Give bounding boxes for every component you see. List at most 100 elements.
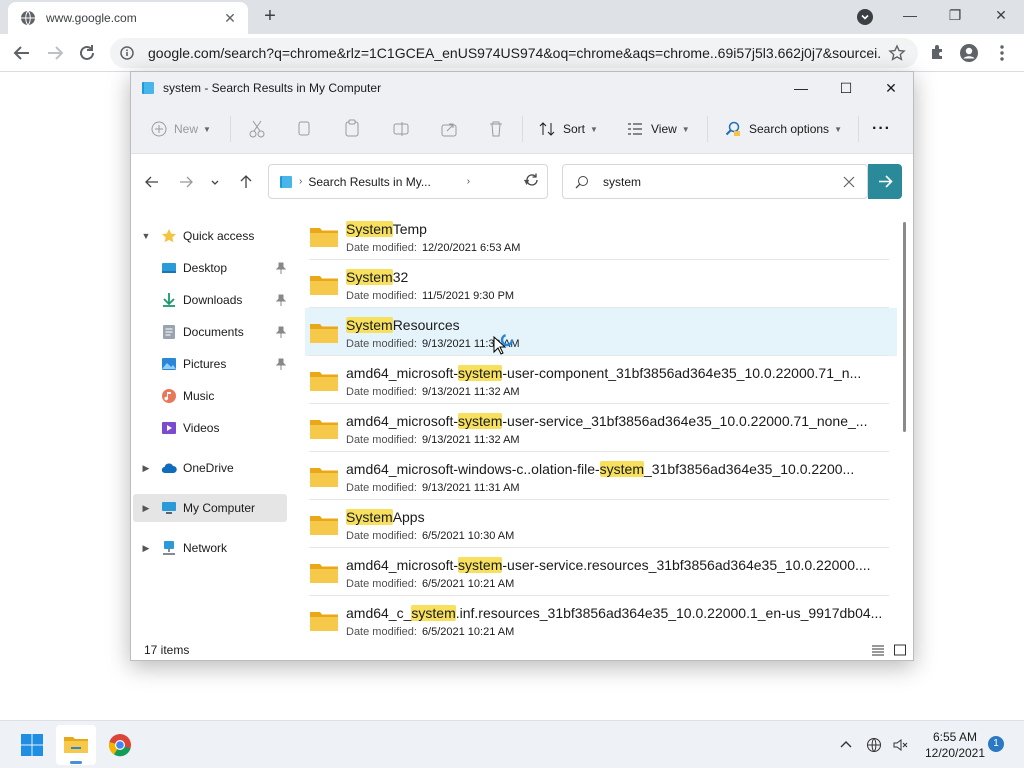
taskbar-file-explorer[interactable] — [56, 725, 96, 765]
show-hidden-icons-chevron-icon[interactable] — [838, 737, 854, 753]
vertical-scrollbar[interactable] — [903, 222, 906, 432]
cut-icon[interactable] — [248, 117, 266, 141]
status-bar: 17 items — [131, 640, 913, 660]
forward-icon[interactable] — [44, 42, 66, 64]
browser-restore-button[interactable]: ❐ — [944, 5, 966, 25]
pin-icon[interactable] — [275, 294, 287, 306]
new-label: New — [174, 122, 199, 136]
sort-label: Sort — [563, 122, 586, 136]
browser-menu-icon[interactable] — [992, 43, 1012, 63]
search-field[interactable]: system — [562, 164, 868, 199]
pin-icon[interactable] — [275, 358, 287, 370]
date-label: Date modified: — [346, 338, 417, 350]
sidebar-item-label: Videos — [183, 421, 220, 435]
pin-icon[interactable] — [275, 326, 287, 338]
site-info-icon[interactable] — [120, 46, 134, 60]
start-button[interactable] — [12, 725, 52, 765]
back-arrow-icon[interactable] — [143, 173, 161, 191]
maximize-button[interactable]: ☐ — [823, 76, 869, 100]
sidebar-item-quick-access[interactable]: ▼ Quick access — [133, 222, 287, 250]
chevron-right-icon[interactable]: ▶ — [139, 503, 153, 514]
browser-close-button[interactable]: ✕ — [990, 5, 1012, 25]
download-icon — [163, 293, 175, 307]
copy-icon[interactable] — [296, 117, 312, 141]
search-go-button[interactable] — [868, 164, 902, 199]
breadcrumb-chevron-icon[interactable]: › — [467, 176, 470, 187]
delete-icon[interactable] — [488, 117, 504, 141]
new-button[interactable]: New ▼ — [151, 117, 211, 141]
sidebar-item-label: Downloads — [183, 293, 243, 307]
file-row[interactable]: SystemResources Date modified: 9/13/2021 1… — [305, 308, 897, 356]
sidebar-item-downloads[interactable]: Downloads — [133, 286, 287, 314]
new-tab-button[interactable]: + — [260, 6, 280, 27]
network-status-icon[interactable] — [866, 737, 882, 753]
address-box[interactable]: › Search Results in My... › ▼ — [268, 164, 548, 199]
paste-icon[interactable] — [344, 117, 360, 141]
name-suffix: 32 — [392, 269, 409, 285]
close-button[interactable]: ✕ — [868, 76, 914, 100]
date-label: Date modified: — [346, 578, 417, 590]
share-icon[interactable] — [440, 117, 458, 141]
sidebar-item-onedrive[interactable]: ▶ OneDrive — [133, 454, 287, 482]
sidebar-item-documents[interactable]: Documents — [133, 318, 287, 346]
bookmark-star-icon[interactable] — [888, 44, 906, 62]
sidebar-item-my-computer[interactable]: ▶ My Computer — [133, 494, 287, 522]
folder-icon — [310, 516, 338, 535]
address-bar[interactable]: google.com/search?q=chrome&rlz=1C1GCEA_e… — [110, 38, 918, 68]
browser-tab[interactable]: www.google.com ✕ — [8, 2, 248, 34]
sort-button[interactable]: Sort ▼ — [539, 117, 598, 141]
notification-badge[interactable]: 1 — [988, 736, 1004, 752]
forward-arrow-icon[interactable] — [177, 173, 195, 191]
recent-locations-chevron-icon[interactable] — [209, 173, 221, 191]
volume-muted-icon[interactable] — [892, 737, 908, 753]
name-suffix: -user-component_31bf3856ad364e35_10.0.22… — [502, 365, 862, 381]
sidebar-item-videos[interactable]: Videos — [133, 414, 287, 442]
more-options-icon[interactable]: ··· — [872, 117, 891, 141]
sidebar-item-pictures[interactable]: Pictures — [133, 350, 287, 378]
sidebar-item-desktop[interactable]: Desktop — [133, 254, 287, 282]
system-clock[interactable]: 6:55 AM 12/20/2021 — [920, 729, 990, 761]
tab-search-icon[interactable] — [857, 9, 873, 25]
file-row[interactable]: SystemTemp Date modified: 12/20/2021 6:53 … — [305, 212, 897, 260]
profile-avatar-icon[interactable] — [959, 43, 979, 63]
file-row[interactable]: amd64_c_system.inf.resources_31bf3856ad3… — [305, 596, 897, 640]
browser-minimize-button[interactable]: — — [899, 5, 921, 25]
sidebar-item-music[interactable]: Music — [133, 382, 287, 410]
search-input[interactable]: system — [603, 175, 843, 189]
minimize-button[interactable]: — — [778, 76, 824, 100]
name-prefix: amd64_microsoft- — [346, 365, 459, 381]
extensions-icon[interactable] — [928, 43, 948, 63]
chevron-down-icon[interactable]: ▼ — [139, 231, 153, 241]
back-icon[interactable] — [11, 42, 33, 64]
file-row[interactable]: amd64_microsoft-system-user-component_31… — [305, 356, 897, 404]
navigation-bar: › Search Results in My... › ▼ system — [131, 154, 913, 210]
pin-icon[interactable] — [275, 262, 287, 274]
view-button[interactable]: View ▼ — [627, 117, 690, 141]
file-row[interactable]: System32 Date modified: 11/5/2021 9:30 PM — [305, 260, 897, 308]
sidebar-item-label: My Computer — [183, 501, 256, 515]
file-name: amd64_microsoft-windows-c..olation-file-… — [346, 461, 891, 477]
sidebar-item-network[interactable]: ▶ Network — [133, 534, 287, 562]
tab-close-icon[interactable]: ✕ — [222, 10, 238, 26]
toolbar-divider — [230, 116, 231, 142]
file-row[interactable]: amd64_microsoft-system-user-service.reso… — [305, 548, 897, 596]
name-prefix: amd64_microsoft-windows-c..olation-file- — [346, 461, 600, 477]
refresh-icon[interactable] — [523, 171, 541, 189]
up-arrow-icon[interactable] — [237, 173, 255, 191]
rename-icon[interactable] — [392, 117, 410, 141]
clear-search-icon[interactable] — [843, 176, 855, 188]
search-options-button[interactable]: Search options ▼ — [725, 117, 842, 141]
details-view-icon[interactable] — [871, 644, 885, 656]
reload-icon[interactable] — [76, 42, 98, 64]
large-icons-view-icon[interactable] — [893, 644, 907, 656]
file-row[interactable]: amd64_microsoft-windows-c..olation-file-… — [305, 452, 897, 500]
taskbar-chrome[interactable] — [100, 725, 140, 765]
chevron-right-icon[interactable]: ▶ — [139, 543, 153, 554]
pictures-icon — [162, 358, 176, 370]
file-row[interactable]: SystemApps Date modified: 6/5/2021 10:30 A… — [305, 500, 897, 548]
file-row[interactable]: amd64_microsoft-system-user-service_31bf… — [305, 404, 897, 452]
date-modified: 6/5/2021 10:21 AM — [421, 626, 515, 638]
toolbar-divider — [858, 116, 859, 142]
explorer-title-bar[interactable]: system - Search Results in My Computer —… — [131, 72, 913, 104]
chevron-right-icon[interactable]: ▶ — [139, 463, 153, 474]
